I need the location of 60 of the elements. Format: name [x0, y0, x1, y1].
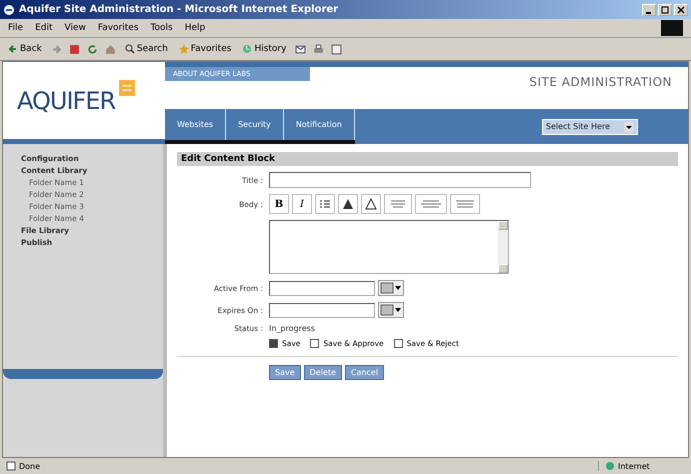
section-header: Edit Content Block: [177, 152, 678, 166]
editor-button[interactable]: [338, 194, 358, 214]
status-value: In_progress: [269, 324, 316, 333]
magnifier-icon: [124, 44, 135, 54]
toolbar-button[interactable]: Favorites: [176, 44, 234, 54]
site-heading: SITE ADMINISTRATION: [529, 75, 672, 89]
menu-item[interactable]: File: [8, 23, 24, 33]
bold-button[interactable]: B: [269, 194, 289, 214]
italic-button[interactable]: I: [292, 194, 312, 214]
radio-button[interactable]: [394, 339, 403, 348]
menu-item[interactable]: Tools: [150, 23, 173, 33]
calendar-button[interactable]: [378, 302, 404, 318]
triangle-icon: [365, 198, 377, 210]
browser-logo: [661, 20, 683, 36]
close-button[interactable]: [674, 4, 688, 16]
logo-mark-icon: [119, 80, 136, 96]
calendar-icon: [380, 304, 402, 316]
radio-button[interactable]: [269, 339, 278, 348]
editor-button[interactable]: [315, 194, 335, 214]
calendar-button[interactable]: [378, 280, 404, 296]
menu-item[interactable]: Help: [184, 23, 206, 33]
calendar-icon: [380, 282, 402, 294]
menu-item[interactable]: Favorites: [98, 23, 139, 33]
back-button[interactable]: Back: [6, 44, 44, 54]
site-dropdown[interactable]: Select Site Here: [542, 118, 638, 134]
menu-item[interactable]: Edit: [35, 23, 52, 33]
list-icon: [319, 198, 331, 210]
window-title: Aquifer Site Administration - Microsoft Internet Explorer: [19, 4, 340, 15]
radio-button[interactable]: [310, 339, 320, 348]
minimize-button[interactable]: [642, 4, 656, 16]
printer-icon[interactable]: [313, 44, 324, 54]
stop-icon[interactable]: [68, 44, 80, 54]
scrollbar: [498, 221, 508, 273]
left-arrow-icon: [8, 44, 18, 54]
nav-tab[interactable]: Security: [226, 109, 284, 140]
refresh-icon[interactable]: [86, 44, 98, 54]
status-text: Done: [6, 461, 40, 471]
toolbar-button[interactable]: Search: [122, 44, 170, 54]
globe-icon: [605, 461, 615, 471]
menu-item[interactable]: View: [64, 23, 86, 33]
zone-text: Internet: [598, 461, 685, 471]
date-field[interactable]: [269, 280, 375, 296]
nav-tab[interactable]: Notification: [284, 109, 355, 140]
date-field[interactable]: [269, 302, 375, 318]
star-icon: [178, 44, 189, 54]
page-icon: [6, 461, 16, 471]
maximize-button[interactable]: [658, 4, 672, 16]
nav-tab[interactable]: Websites: [165, 109, 226, 140]
close-icon: [677, 6, 685, 14]
dropdown-icon: [624, 122, 634, 132]
editor-button[interactable]: [361, 194, 381, 214]
maximize-icon: [661, 6, 669, 14]
mail-icon[interactable]: [295, 44, 306, 54]
body-textarea[interactable]: [269, 220, 509, 274]
browser-icon: [3, 4, 15, 16]
title-field[interactable]: [269, 172, 531, 188]
toolbar-button[interactable]: History: [240, 44, 288, 54]
minimize-icon: [645, 12, 653, 14]
clock-icon: [242, 44, 252, 54]
triangle-icon: [342, 198, 354, 210]
